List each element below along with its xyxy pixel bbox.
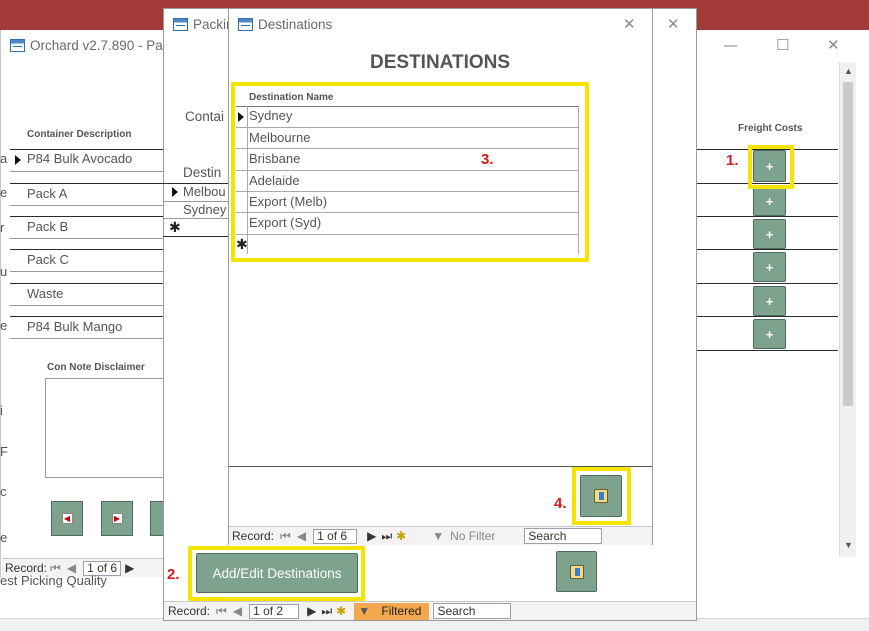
filter-icon: ▼ [358,603,371,618]
close-icon[interactable]: ✕ [623,15,636,33]
no-filter-label[interactable]: No Filter [450,529,495,543]
row-divider [10,316,163,317]
filter-toggle[interactable]: ▼ Filtered [354,602,430,620]
destination-label: Destin [183,165,222,180]
prev-container-button[interactable]: ◀ [51,501,83,536]
container-label: Contai [185,109,225,124]
search-input[interactable]: Search [524,528,603,544]
freight-cost-add-button[interactable]: + [753,219,786,249]
row-divider [10,338,163,339]
row-divider [10,238,163,239]
record-selector-icon [172,187,178,197]
scroll-up-icon[interactable]: ▲ [844,66,853,76]
exit-door-icon [569,564,584,579]
first-record-icon[interactable]: ⏮ [280,529,291,544]
left-edge-text: e [0,185,8,200]
exit-form-button[interactable] [556,551,597,592]
annotation-label-2: 2. [167,566,180,583]
annotation-label-1: 1. [726,152,739,169]
container-row[interactable]: Waste [27,286,63,301]
destination-list-item[interactable]: Sydney [183,202,226,217]
last-record-icon[interactable]: ⏭ [381,529,392,544]
orchard-window-title: Orchard v2.7.890 - Pac [30,37,170,53]
scroll-thumb[interactable] [843,82,853,406]
container-row[interactable]: P84 Bulk Mango [27,319,122,334]
picking-quality-label: est Picking Quality [0,573,107,588]
container-row[interactable]: Pack C [27,252,69,267]
last-record-icon[interactable]: ⏭ [321,604,332,619]
prev-record-icon[interactable]: ◀ [233,604,242,618]
highlight-freight-button [748,145,794,189]
row-divider [10,183,163,184]
highlight-exit-button [572,467,631,525]
con-note-disclaimer-textbox[interactable] [45,378,165,478]
annotation-label-4: 4. [554,495,567,512]
destinations-record-navigator: Record: ⏮ ◀ 1 of 6 ▶ ⏭ ✱ ▼ No Filter Sea… [229,526,652,545]
filter-icon: ▼ [432,529,445,543]
container-row[interactable]: Pack B [27,219,68,234]
row-divider [10,149,163,150]
filtered-label: Filtered [381,603,422,618]
left-edge-text: c [0,484,7,499]
search-input[interactable]: Search [433,603,512,619]
destinations-window-title: Destinations [258,16,333,32]
record-label: Record: [232,529,275,543]
freight-cost-add-button[interactable]: + [753,286,786,316]
new-record-icon[interactable]: ✱ [336,604,346,618]
minimize-icon[interactable]: — [723,36,738,54]
access-form-icon [238,17,253,31]
destination-list-item[interactable]: Melbou [183,184,226,199]
access-form-icon [10,38,25,52]
row-divider [163,218,229,219]
left-edge-text: u [0,264,8,279]
row-divider [10,305,163,306]
left-edge-text: i [0,403,3,418]
first-record-icon[interactable]: ⏮ [216,604,227,619]
close-icon[interactable]: ✕ [667,15,680,33]
close-icon[interactable]: ✕ [827,36,840,54]
main-scrollbar[interactable]: ▲ ▼ [839,62,856,557]
left-edge-text: e [0,530,8,545]
new-record-icon[interactable]: ✱ [396,529,406,543]
annotation-label-3: 3. [481,151,494,168]
freight-costs-header: Freight Costs [738,123,803,134]
row-divider [10,283,163,284]
new-record-icon: ✱ [169,220,181,236]
freight-cost-add-button[interactable]: + [753,186,786,216]
container-row[interactable]: Pack A [27,186,67,201]
container-row[interactable]: P84 Bulk Avocado [27,151,132,166]
packing-record-navigator: Record: ⏮ ◀ 1 of 2 ▶ ⏭ ✱ ▼ Filtered Sear… [164,601,696,620]
left-edge-text: r [0,220,5,235]
prev-record-icon[interactable]: ◀ [297,529,306,543]
left-edge-text: a [0,151,8,166]
destinations-title-bar: Destinations [229,9,652,39]
con-note-disclaimer-label: Con Note Disclaimer [47,362,145,373]
row-divider [10,249,163,250]
container-description-header: Container Description [27,129,132,140]
maximize-icon[interactable]: ☐ [776,36,789,54]
scroll-down-icon[interactable]: ▼ [844,540,853,550]
access-form-icon [173,17,188,31]
highlight-destination-list [231,82,589,262]
row-divider [10,271,163,272]
next-record-icon[interactable]: ▶ [125,561,134,575]
next-container-button[interactable]: ▶ [101,501,133,536]
destinations-heading: DESTINATIONS [370,52,511,73]
record-selector-icon [15,155,21,165]
row-divider [10,216,163,217]
next-record-icon[interactable]: ▶ [307,604,316,618]
row-divider [10,205,163,206]
highlight-add-edit-button [188,546,365,601]
packing-window-title: Packir [193,16,231,32]
row-divider [10,171,163,172]
freight-cost-add-button[interactable]: + [753,319,786,349]
record-number-field[interactable]: 1 of 6 [313,528,358,544]
left-edge-text: e [0,318,8,333]
record-label: Record: [168,604,211,618]
row-divider [163,236,229,237]
left-edge-text: F [0,444,8,459]
freight-cost-add-button[interactable]: + [753,252,786,282]
record-number-field[interactable]: 1 of 2 [249,603,300,619]
next-record-icon[interactable]: ▶ [367,529,376,543]
